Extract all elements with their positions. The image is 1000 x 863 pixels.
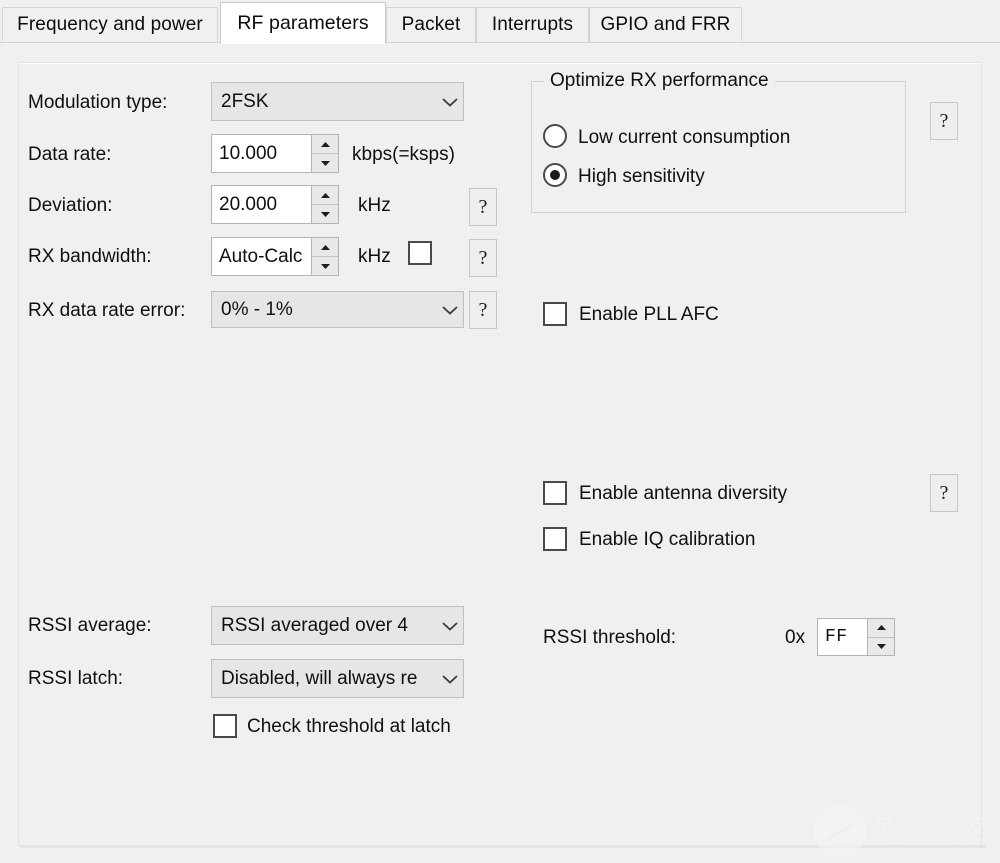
radio-high-sensitivity[interactable] — [543, 163, 567, 187]
check-threshold-at-latch-label: Check threshold at latch — [247, 717, 451, 736]
rssi-average-value: RSSI averaged over 4 — [221, 615, 437, 637]
deviation-input[interactable]: 20.000 — [212, 186, 311, 223]
rssi-average-label: RSSI average: — [28, 616, 152, 635]
enable-antenna-diversity-label: Enable antenna diversity — [579, 484, 787, 503]
modulation-type-select[interactable]: 2FSK — [211, 82, 464, 121]
stepper-down-icon[interactable] — [312, 205, 338, 223]
data-rate-unit-label: kbps(=ksps) — [352, 145, 455, 164]
data-rate-spinner[interactable]: 10.000 — [211, 134, 339, 173]
deviation-stepper[interactable] — [311, 186, 338, 223]
data-rate-input[interactable]: 10.000 — [212, 135, 311, 172]
rssi-threshold-spinner[interactable]: FF — [817, 618, 895, 656]
tab-packet[interactable]: Packet — [386, 7, 476, 42]
tab-interrupts[interactable]: Interrupts — [476, 7, 589, 42]
data-rate-label: Data rate: — [28, 145, 111, 164]
rx-bandwidth-unit-label: kHz — [358, 247, 391, 266]
rssi-threshold-stepper[interactable] — [867, 619, 894, 655]
tab-label: Interrupts — [492, 14, 573, 36]
deviation-unit-label: kHz — [358, 196, 391, 215]
rssi-threshold-prefix: 0x — [785, 628, 805, 647]
rssi-threshold-label: RSSI threshold: — [543, 628, 676, 647]
antenna-diversity-help-button[interactable]: ? — [930, 474, 958, 512]
enable-iq-calibration-label: Enable IQ calibration — [579, 530, 755, 549]
data-rate-stepper[interactable] — [311, 135, 338, 172]
tab-label: Frequency and power — [17, 14, 203, 36]
modulation-type-value: 2FSK — [221, 91, 437, 113]
check-threshold-at-latch-checkbox[interactable] — [213, 714, 237, 738]
radio-high-sensitivity-label: High sensitivity — [578, 167, 705, 186]
tab-strip-baseline — [0, 42, 1000, 43]
rx-bandwidth-checkbox[interactable] — [408, 241, 432, 265]
deviation-help-button[interactable]: ? — [469, 188, 497, 226]
rx-bandwidth-label: RX bandwidth: — [28, 247, 152, 266]
optimize-rx-performance-title: Optimize RX performance — [544, 70, 775, 92]
enable-pll-afc-label: Enable PLL AFC — [579, 305, 719, 324]
deviation-label: Deviation: — [28, 196, 113, 215]
rssi-threshold-input[interactable]: FF — [818, 619, 867, 655]
help-icon: ? — [940, 110, 949, 133]
chevron-down-icon — [437, 620, 463, 632]
chevron-down-icon — [437, 673, 463, 685]
deviation-spinner[interactable]: 20.000 — [211, 185, 339, 224]
rx-data-rate-error-help-button[interactable]: ? — [469, 291, 497, 329]
rssi-latch-value: Disabled, will always re — [221, 668, 437, 690]
rx-data-rate-error-label: RX data rate error: — [28, 301, 185, 320]
optimize-rx-performance-help-button[interactable]: ? — [930, 102, 958, 140]
enable-antenna-diversity-checkbox[interactable] — [543, 481, 567, 505]
tab-label: GPIO and FRR — [600, 14, 730, 36]
panel-shadow — [20, 845, 986, 848]
enable-pll-afc-checkbox[interactable] — [543, 302, 567, 326]
chevron-down-icon — [437, 96, 463, 108]
rx-data-rate-error-value: 0% - 1% — [221, 299, 437, 321]
rx-data-rate-error-select[interactable]: 0% - 1% — [211, 291, 464, 328]
stepper-down-icon[interactable] — [312, 154, 338, 172]
help-icon: ? — [479, 247, 488, 270]
radio-low-current-consumption-label: Low current consumption — [578, 128, 790, 147]
rx-bandwidth-input[interactable]: Auto-Calc — [212, 238, 311, 275]
tab-label: RF parameters — [237, 12, 368, 35]
stepper-up-icon[interactable] — [312, 238, 338, 257]
stepper-down-icon[interactable] — [312, 257, 338, 275]
tab-rf-parameters[interactable]: RF parameters — [220, 2, 386, 44]
enable-iq-calibration-checkbox[interactable] — [543, 527, 567, 551]
tab-gpio-and-frr[interactable]: GPIO and FRR — [589, 7, 742, 42]
radio-low-current-consumption[interactable] — [543, 124, 567, 148]
tab-frequency-and-power[interactable]: Frequency and power — [2, 7, 218, 42]
chevron-down-icon — [437, 304, 463, 316]
stepper-up-icon[interactable] — [312, 186, 338, 205]
tab-label: Packet — [402, 14, 461, 36]
rx-bandwidth-stepper[interactable] — [311, 238, 338, 275]
stepper-down-icon[interactable] — [868, 638, 894, 656]
rssi-latch-label: RSSI latch: — [28, 669, 123, 688]
stepper-up-icon[interactable] — [312, 135, 338, 154]
rx-bandwidth-help-button[interactable]: ? — [469, 239, 497, 277]
stepper-up-icon[interactable] — [868, 619, 894, 638]
help-icon: ? — [940, 482, 949, 505]
help-icon: ? — [479, 196, 488, 219]
modulation-type-label: Modulation type: — [28, 93, 167, 112]
help-icon: ? — [479, 299, 488, 322]
tab-strip: Frequency and power RF parameters Packet… — [0, 0, 1000, 44]
rssi-average-select[interactable]: RSSI averaged over 4 — [211, 606, 464, 645]
rx-bandwidth-spinner[interactable]: Auto-Calc — [211, 237, 339, 276]
rssi-latch-select[interactable]: Disabled, will always re — [211, 659, 464, 698]
